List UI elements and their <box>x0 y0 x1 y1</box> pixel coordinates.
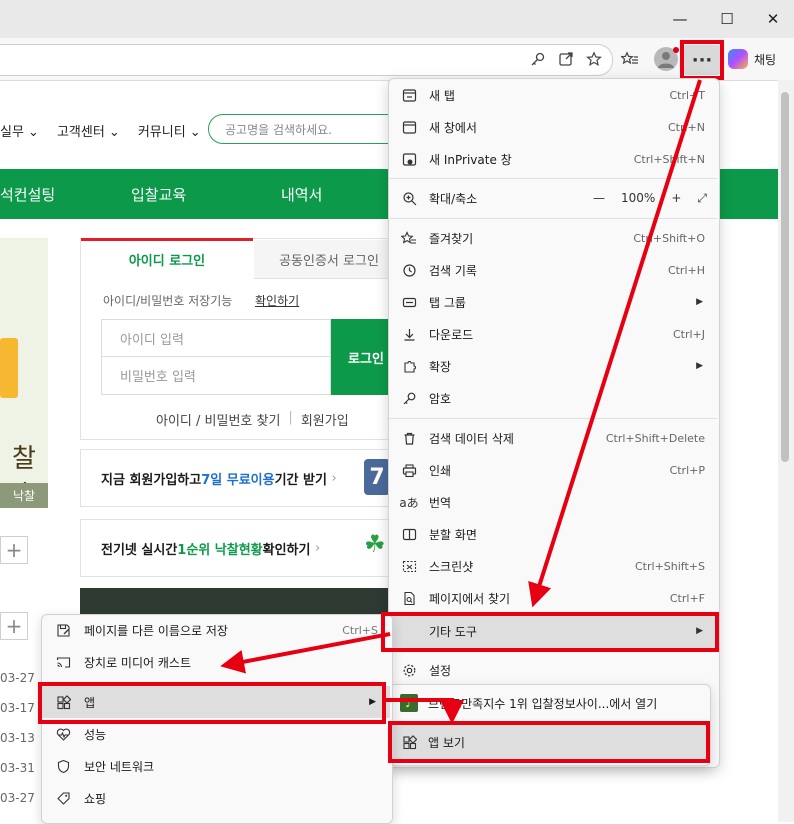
annotation-arrows <box>220 79 702 724</box>
